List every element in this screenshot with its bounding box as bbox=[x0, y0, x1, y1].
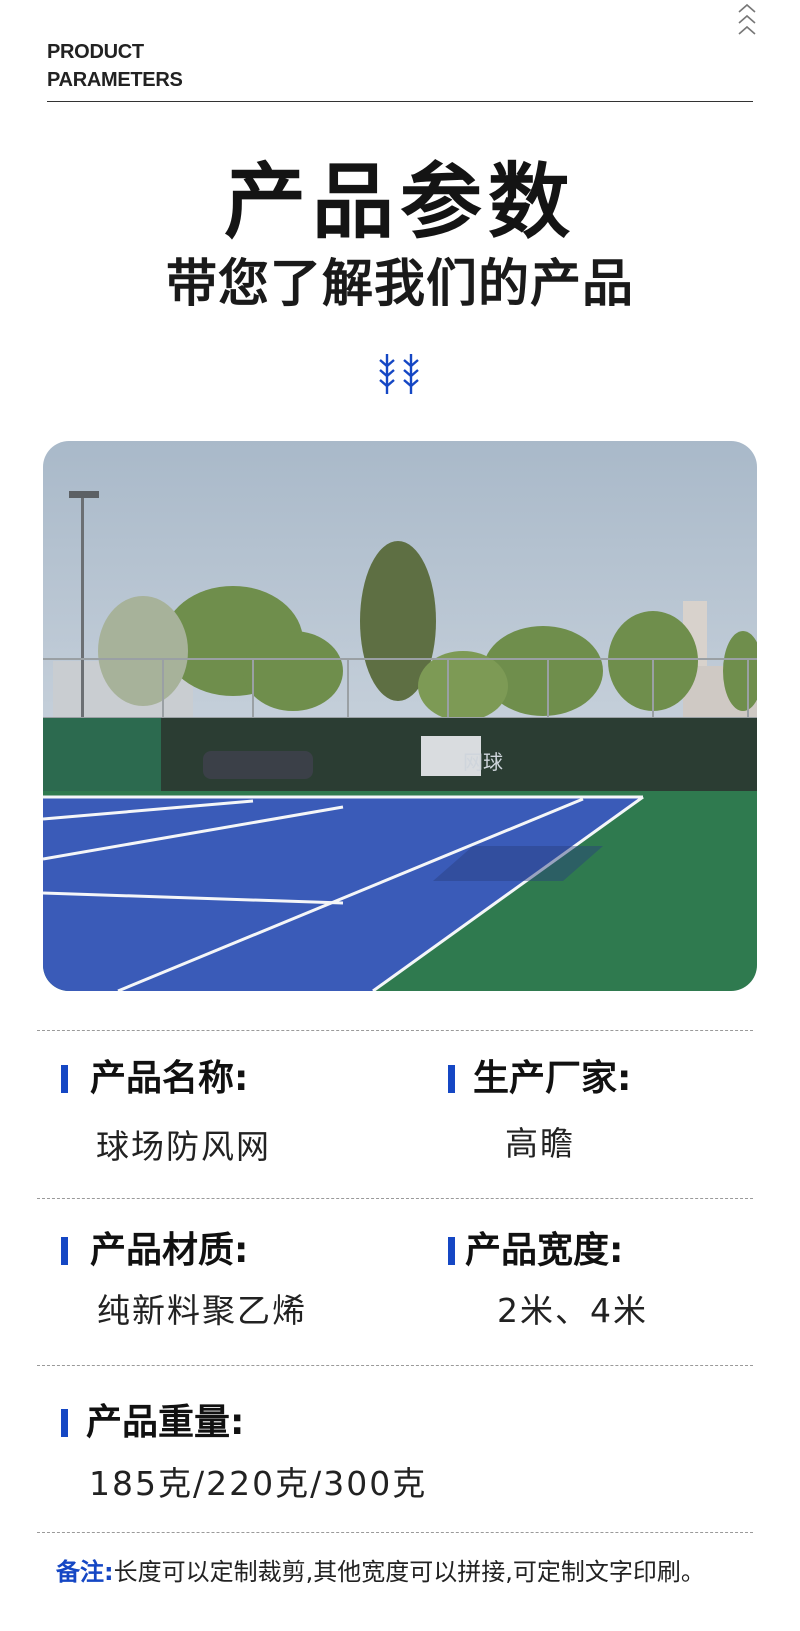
windscreen-banner-text: 网球 bbox=[463, 750, 503, 774]
header-line-2: PARAMETERS bbox=[47, 69, 183, 91]
separator-1 bbox=[37, 1030, 753, 1031]
label-accent-bar bbox=[61, 1409, 68, 1437]
separator-4 bbox=[37, 1532, 753, 1533]
param-value-width: 2米、4米 bbox=[497, 1291, 648, 1330]
label-accent-bar bbox=[61, 1065, 68, 1093]
page-title: 产品参数 bbox=[223, 155, 576, 250]
header-divider bbox=[47, 101, 753, 102]
label-accent-bar bbox=[61, 1237, 68, 1265]
param-label-weight: 产品重量: bbox=[86, 1402, 245, 1443]
param-value-manufacturer: 高瞻 bbox=[505, 1124, 575, 1163]
param-label-width: 产品宽度: bbox=[465, 1230, 624, 1271]
tennis-court-windscreen-photo: 网球 bbox=[43, 441, 757, 991]
header-line-1: PRODUCT bbox=[47, 41, 144, 63]
param-label-material: 产品材质: bbox=[90, 1230, 249, 1271]
header-english-title: PRODUCT PARAMETERS bbox=[47, 38, 183, 94]
separator-2 bbox=[37, 1198, 753, 1199]
param-label-manufacturer: 生产厂家: bbox=[473, 1058, 632, 1099]
double-chevron-down-icon bbox=[379, 354, 419, 394]
page-subtitle: 带您了解我们的产品 bbox=[165, 255, 634, 314]
separator-3 bbox=[37, 1365, 753, 1366]
param-value-material: 纯新料聚乙烯 bbox=[97, 1291, 307, 1330]
param-value-name: 球场防风网 bbox=[96, 1127, 271, 1166]
param-label-name: 产品名称: bbox=[90, 1058, 249, 1099]
triple-chevron-up-icon bbox=[738, 3, 756, 35]
footnote-text: 长度可以定制裁剪,其他宽度可以拼接,可定制文字印刷。 bbox=[113, 1558, 705, 1586]
label-accent-bar bbox=[448, 1237, 455, 1265]
label-accent-bar bbox=[448, 1065, 455, 1093]
param-value-weight: 185克/220克/300克 bbox=[89, 1464, 428, 1503]
footnote-label: 备注: bbox=[56, 1558, 114, 1586]
footnote: 备注:长度可以定制裁剪,其他宽度可以拼接,可定制文字印刷。 bbox=[56, 1555, 705, 1589]
